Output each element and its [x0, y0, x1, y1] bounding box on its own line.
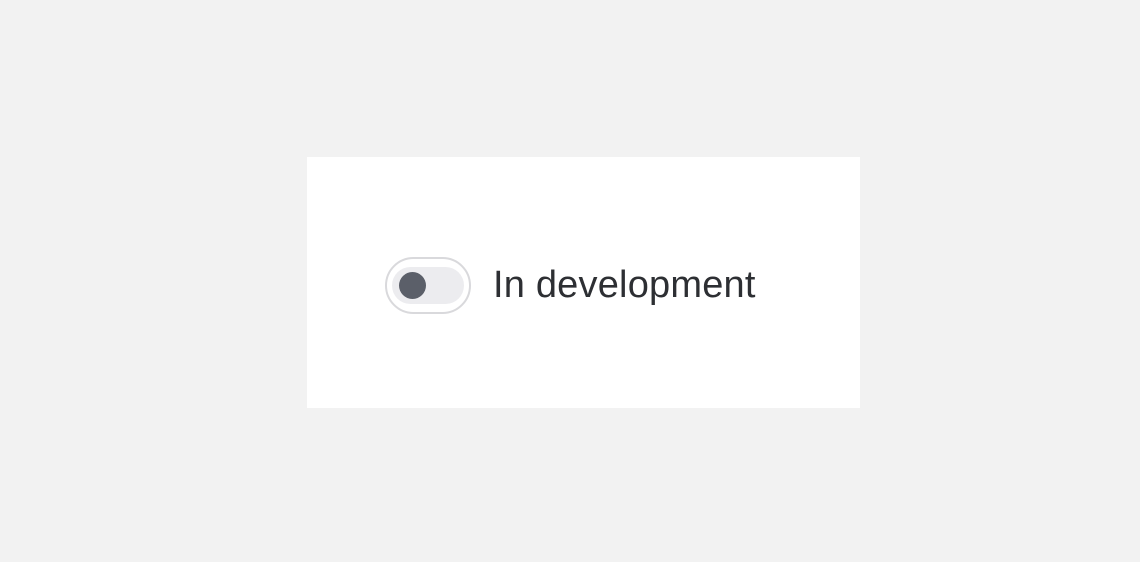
settings-card: In development: [307, 157, 860, 408]
in-development-toggle-row[interactable]: In development: [385, 257, 756, 314]
toggle-thumb-icon[interactable]: [399, 272, 426, 299]
toggle-track[interactable]: [392, 267, 464, 304]
toggle-label[interactable]: In development: [493, 257, 756, 314]
in-development-toggle[interactable]: [385, 257, 471, 314]
